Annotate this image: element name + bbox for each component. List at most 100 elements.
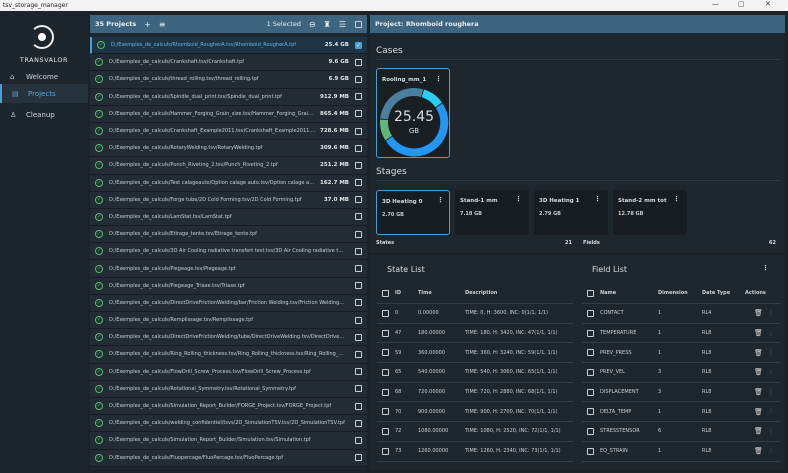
- project-checkbox[interactable]: [355, 419, 362, 427]
- minimize-button[interactable]: —: [712, 0, 719, 8]
- project-checkbox[interactable]: [355, 247, 362, 255]
- case-card[interactable]: Rooling_mm_1 ⋮ 25.45 GB: [376, 68, 450, 158]
- project-checkbox[interactable]: [355, 265, 362, 273]
- project-row[interactable]: ✓ D:/Exemples_de_calculs/Ring_Rolling_thi…: [90, 346, 367, 364]
- stage-card[interactable]: Stand-2 mm tot 12.78 GB ⋮: [613, 190, 687, 235]
- state-row[interactable]: 70 900.00000 TIME: 900, H: 2700, INC: 70(1…: [377, 402, 573, 423]
- project-row[interactable]: ✓ D:/Exemples_de_calculs/Fluopercage/Fluo…: [90, 449, 367, 467]
- state-checkbox[interactable]: [382, 309, 389, 317]
- project-row[interactable]: ✓ D:/Exemples_de_calculs/Punch_Riveting_2…: [90, 157, 367, 175]
- stage-card[interactable]: 3D Heating 0 2.70 GB ⋮: [376, 190, 450, 235]
- add-list-icon[interactable]: ≡: [159, 20, 166, 29]
- project-checkbox[interactable]: [355, 316, 362, 324]
- more-options-icon[interactable]: ⋮: [768, 448, 774, 455]
- field-checkbox[interactable]: [587, 368, 594, 376]
- project-row[interactable]: ✓ D:/Exemples_de_calculs/DirectDriveFrict…: [90, 294, 367, 312]
- project-row[interactable]: ✓ D:/Exemples_de_calculs/3D Air Cooling r…: [90, 243, 367, 261]
- state-row[interactable]: 47 180.00000 TIME: 180, H: 3420, INC: 47(1…: [377, 324, 573, 344]
- add-project-icon[interactable]: +: [144, 20, 151, 29]
- more-options-icon[interactable]: ⋮: [673, 195, 680, 203]
- project-checkbox[interactable]: [355, 436, 362, 444]
- project-row[interactable]: ✓ D:/Exemples_de_calculs/Simulation_Repor…: [90, 397, 367, 416]
- deselect-icon[interactable]: ⊖: [309, 20, 316, 29]
- project-checkbox[interactable]: [355, 93, 362, 101]
- project-checkbox[interactable]: [355, 350, 362, 358]
- project-row[interactable]: ✓ D:/Exemples_de_calculs/Test calageauto/…: [90, 174, 367, 192]
- field-checkbox[interactable]: [587, 427, 594, 435]
- delete-icon[interactable]: 🗑: [754, 329, 768, 337]
- project-row[interactable]: ✓ D:/Exemples_de_calculs/welding_confiden…: [90, 415, 367, 433]
- select-all-states-checkbox[interactable]: [382, 289, 389, 297]
- project-checkbox[interactable]: [355, 385, 362, 393]
- state-row[interactable]: 68 720.00000 TIME: 720, H: 2880, INC: 68(1…: [377, 383, 573, 403]
- project-row[interactable]: ✓ D:/Exemples_de_calculs/DirectDriveFrict…: [90, 329, 367, 347]
- state-row[interactable]: 65 540.00000 TIME: 540, H: 3060, INC: 65(1…: [377, 363, 573, 383]
- project-row[interactable]: ✓ D:/Exemples_de_calculs/Piegeage.tsv/Pie…: [90, 260, 367, 278]
- more-options-icon[interactable]: ⋮: [768, 408, 774, 415]
- state-row[interactable]: 59 360.00000 TIME: 360, H: 3240, INC: 59(1…: [377, 343, 573, 364]
- project-checkbox[interactable]: [355, 127, 362, 135]
- project-row[interactable]: ✓ D:/Exemples_de_calculs/FlowDrill_Screw_…: [90, 363, 367, 381]
- project-row[interactable]: ✓ D:/Exemples_de_calculs/Hammer_Forging_G…: [90, 105, 367, 123]
- project-checkbox[interactable]: [355, 213, 362, 221]
- project-checkbox[interactable]: [355, 161, 362, 169]
- select-all-fields-checkbox[interactable]: [587, 289, 594, 297]
- project-checkbox[interactable]: [355, 282, 362, 290]
- sidebar-item-cleanup[interactable]: ♙ Cleanup: [0, 105, 88, 124]
- state-checkbox[interactable]: [382, 388, 389, 396]
- clean-brush-icon[interactable]: ♜: [324, 20, 331, 29]
- field-checkbox[interactable]: [587, 349, 594, 357]
- delete-icon[interactable]: 🗑: [754, 349, 768, 357]
- project-checkbox[interactable]: [355, 230, 362, 238]
- project-checkbox[interactable]: [355, 333, 362, 341]
- project-row[interactable]: ✓ D:/Exemples_de_calculs/Piegeage_Triaxe.…: [90, 277, 367, 295]
- more-options-icon[interactable]: ⋮: [768, 428, 774, 435]
- project-checkbox[interactable]: [355, 58, 362, 66]
- delete-icon[interactable]: 🗑: [754, 408, 768, 416]
- project-checkbox[interactable]: [355, 402, 362, 410]
- more-options-icon[interactable]: ⋮: [437, 196, 444, 204]
- state-row[interactable]: 73 1260.00000 TIME: 1260, H: 2340, INC: 73…: [377, 442, 573, 462]
- project-row[interactable]: ✓ D:/Exemples_de_calculs/Remplissage.tsv/…: [90, 312, 367, 330]
- close-button[interactable]: ✕: [765, 0, 771, 8]
- field-checkbox[interactable]: [587, 447, 594, 455]
- project-row[interactable]: ✓ D:/Exemples_de_calculs/thread_rolling.t…: [90, 71, 367, 89]
- project-checkbox[interactable]: ✓: [355, 41, 362, 49]
- field-row[interactable]: TEMPERATURE 1 RL8 🗑 ⋮: [582, 324, 780, 344]
- select-all-checkbox[interactable]: [355, 20, 362, 28]
- delete-icon[interactable]: 🗑: [754, 368, 768, 376]
- more-options-icon[interactable]: ⋮: [768, 389, 774, 396]
- more-options-icon[interactable]: ⋮: [768, 310, 774, 317]
- state-checkbox[interactable]: [382, 349, 389, 357]
- state-checkbox[interactable]: [382, 368, 389, 376]
- project-row[interactable]: ✓ D:/Exemples_de_calculs/LamStat.tsv/LamS…: [90, 208, 367, 227]
- delete-icon[interactable]: 🗑: [754, 447, 768, 455]
- field-checkbox[interactable]: [587, 309, 594, 317]
- field-row[interactable]: CONTACT 1 RL4 🗑 ⋮: [582, 304, 780, 324]
- field-row[interactable]: DELTA_TEMP 1 RL8 🗑 ⋮: [582, 402, 780, 423]
- field-row[interactable]: EQ_STRAIN 1 RL8 🗑 ⋮: [582, 442, 780, 462]
- project-row[interactable]: ✓ D:/Exemples_de_calculs/Rotational_Symme…: [90, 380, 367, 398]
- more-options-icon[interactable]: ⋮: [515, 195, 522, 203]
- stage-card[interactable]: Stand-1 mm 7.18 GB ⋮: [455, 190, 529, 235]
- state-checkbox[interactable]: [382, 447, 389, 455]
- project-row[interactable]: ✓ D:/Exemples_de_calculs/Simulation_Repor…: [90, 432, 367, 450]
- field-row[interactable]: PREV_PRESS 1 RL8 🗑 ⋮: [582, 343, 780, 364]
- more-options-icon[interactable]: ⋮: [768, 369, 774, 376]
- project-checkbox[interactable]: [355, 368, 362, 376]
- delete-icon[interactable]: 🗑: [754, 388, 768, 396]
- project-row[interactable]: ✓ D:/Exemples_de_calculs/Etirage_tente.ts…: [90, 226, 367, 244]
- field-checkbox[interactable]: [587, 408, 594, 416]
- stage-card[interactable]: 3D Heating 1 2.79 GB ⋮: [534, 190, 608, 235]
- project-row[interactable]: ✓ D:/Exemples_de_calculs/RotaryWelding.ts…: [90, 140, 367, 158]
- project-checkbox[interactable]: [355, 454, 362, 462]
- field-checkbox[interactable]: [587, 388, 594, 396]
- state-row[interactable]: 0 0.00000 TIME: 0, H: 3600, INC: 0(1/1, 1/…: [377, 304, 573, 324]
- more-options-icon[interactable]: ⋮: [594, 195, 601, 203]
- project-checkbox[interactable]: [355, 144, 362, 152]
- project-checkbox[interactable]: [355, 110, 362, 118]
- project-row[interactable]: ✓ D:/Exemples_de_calculs/Crankshaft_Examp…: [90, 122, 367, 141]
- field-row[interactable]: PREV_VEL 3 RL8 🗑 ⋮: [582, 363, 780, 383]
- field-row[interactable]: STRESSTENSOR 6 RL8 🗑 ⋮: [582, 422, 780, 442]
- delete-icon[interactable]: 🗑: [754, 427, 768, 435]
